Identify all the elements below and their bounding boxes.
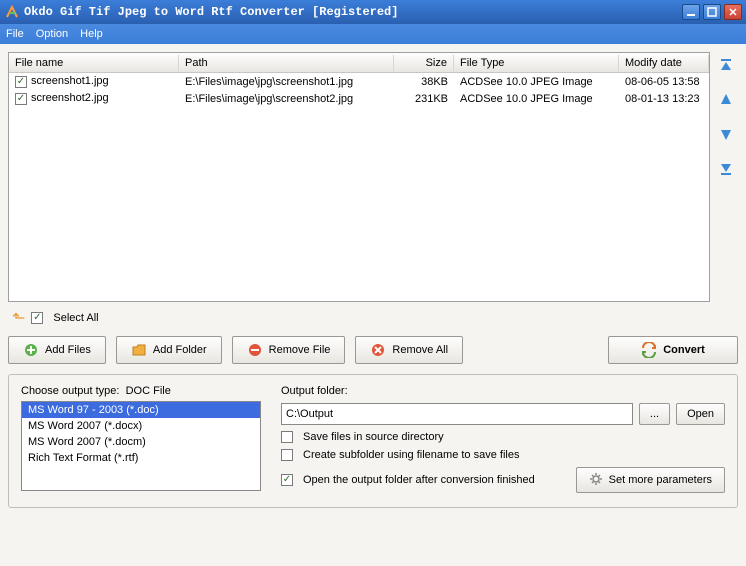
move-down-icon[interactable]: [716, 124, 736, 144]
col-type[interactable]: File Type: [454, 55, 619, 71]
subfolder-checkbox[interactable]: [281, 449, 293, 461]
cell-path: E:\Files\image\jpg\screenshot1.jpg: [179, 74, 394, 90]
convert-button[interactable]: Convert: [608, 336, 738, 364]
open-folder-button[interactable]: Open: [676, 403, 725, 425]
cell-type: ACDSee 10.0 JPEG Image: [454, 74, 619, 90]
browse-button[interactable]: ...: [639, 403, 670, 425]
row-checkbox[interactable]: [15, 93, 27, 105]
gear-icon: [589, 472, 603, 489]
up-folder-icon[interactable]: ⬑: [12, 308, 25, 328]
cell-filename: screenshot2.jpg: [31, 92, 109, 104]
table-row[interactable]: screenshot1.jpg E:\Files\image\jpg\screen…: [9, 73, 709, 90]
menu-file[interactable]: File: [6, 28, 24, 40]
select-all-label: Select All: [53, 312, 98, 324]
cell-date: 08-06-05 13:58: [619, 74, 709, 90]
plus-icon: [23, 342, 39, 358]
minimize-button[interactable]: [682, 4, 700, 20]
select-all-checkbox[interactable]: [31, 312, 43, 324]
output-folder-input[interactable]: [281, 403, 633, 425]
output-type-item[interactable]: MS Word 97 - 2003 (*.doc): [22, 402, 260, 418]
remove-all-icon: [370, 342, 386, 358]
row-checkbox[interactable]: [15, 76, 27, 88]
cell-filename: screenshot1.jpg: [31, 75, 109, 87]
output-type-item[interactable]: Rich Text Format (*.rtf): [22, 450, 260, 466]
move-bottom-icon[interactable]: [716, 158, 736, 178]
save-source-checkbox[interactable]: [281, 431, 293, 443]
menu-option[interactable]: Option: [36, 28, 68, 40]
open-after-checkbox[interactable]: [281, 474, 293, 486]
convert-label: Convert: [663, 344, 705, 356]
set-more-parameters-label: Set more parameters: [609, 474, 712, 486]
convert-icon: [641, 342, 657, 358]
col-date[interactable]: Modify date: [619, 55, 709, 71]
remove-file-label: Remove File: [269, 344, 331, 356]
reorder-arrows: [714, 52, 738, 302]
subfolder-label: Create subfolder using filename to save …: [303, 449, 519, 461]
app-logo-icon: [4, 4, 20, 20]
add-folder-button[interactable]: Add Folder: [116, 336, 222, 364]
output-panel: Choose output type: DOC File MS Word 97 …: [8, 374, 738, 508]
col-path[interactable]: Path: [179, 55, 394, 71]
file-list-table[interactable]: File name Path Size File Type Modify dat…: [8, 52, 710, 302]
move-up-icon[interactable]: [716, 90, 736, 110]
title-bar: Okdo Gif Tif Jpeg to Word Rtf Converter …: [0, 0, 746, 24]
menu-help[interactable]: Help: [80, 28, 103, 40]
cell-path: E:\Files\image\jpg\screenshot2.jpg: [179, 91, 394, 107]
add-files-label: Add Files: [45, 344, 91, 356]
remove-file-button[interactable]: Remove File: [232, 336, 346, 364]
close-button[interactable]: [724, 4, 742, 20]
window-title: Okdo Gif Tif Jpeg to Word Rtf Converter …: [24, 5, 682, 19]
output-type-list[interactable]: MS Word 97 - 2003 (*.doc)MS Word 2007 (*…: [21, 401, 261, 491]
minus-icon: [247, 342, 263, 358]
cell-size: 231KB: [394, 91, 454, 107]
output-type-label: Choose output type: DOC File: [21, 385, 261, 397]
output-folder-label: Output folder:: [281, 385, 725, 397]
folder-icon: [131, 342, 147, 358]
col-filename[interactable]: File name: [9, 55, 179, 71]
table-row[interactable]: screenshot2.jpg E:\Files\image\jpg\screen…: [9, 90, 709, 107]
output-type-item[interactable]: MS Word 2007 (*.docx): [22, 418, 260, 434]
menu-bar: File Option Help: [0, 24, 746, 44]
cell-type: ACDSee 10.0 JPEG Image: [454, 91, 619, 107]
remove-all-button[interactable]: Remove All: [355, 336, 463, 364]
cell-size: 38KB: [394, 74, 454, 90]
set-more-parameters-button[interactable]: Set more parameters: [576, 467, 725, 493]
maximize-button[interactable]: [703, 4, 721, 20]
output-type-item[interactable]: MS Word 2007 (*.docm): [22, 434, 260, 450]
col-size[interactable]: Size: [394, 55, 454, 71]
add-folder-label: Add Folder: [153, 344, 207, 356]
open-after-label: Open the output folder after conversion …: [303, 474, 535, 486]
table-header: File name Path Size File Type Modify dat…: [9, 53, 709, 73]
save-source-label: Save files in source directory: [303, 431, 444, 443]
cell-date: 08-01-13 13:23: [619, 91, 709, 107]
move-top-icon[interactable]: [716, 56, 736, 76]
remove-all-label: Remove All: [392, 344, 448, 356]
add-files-button[interactable]: Add Files: [8, 336, 106, 364]
